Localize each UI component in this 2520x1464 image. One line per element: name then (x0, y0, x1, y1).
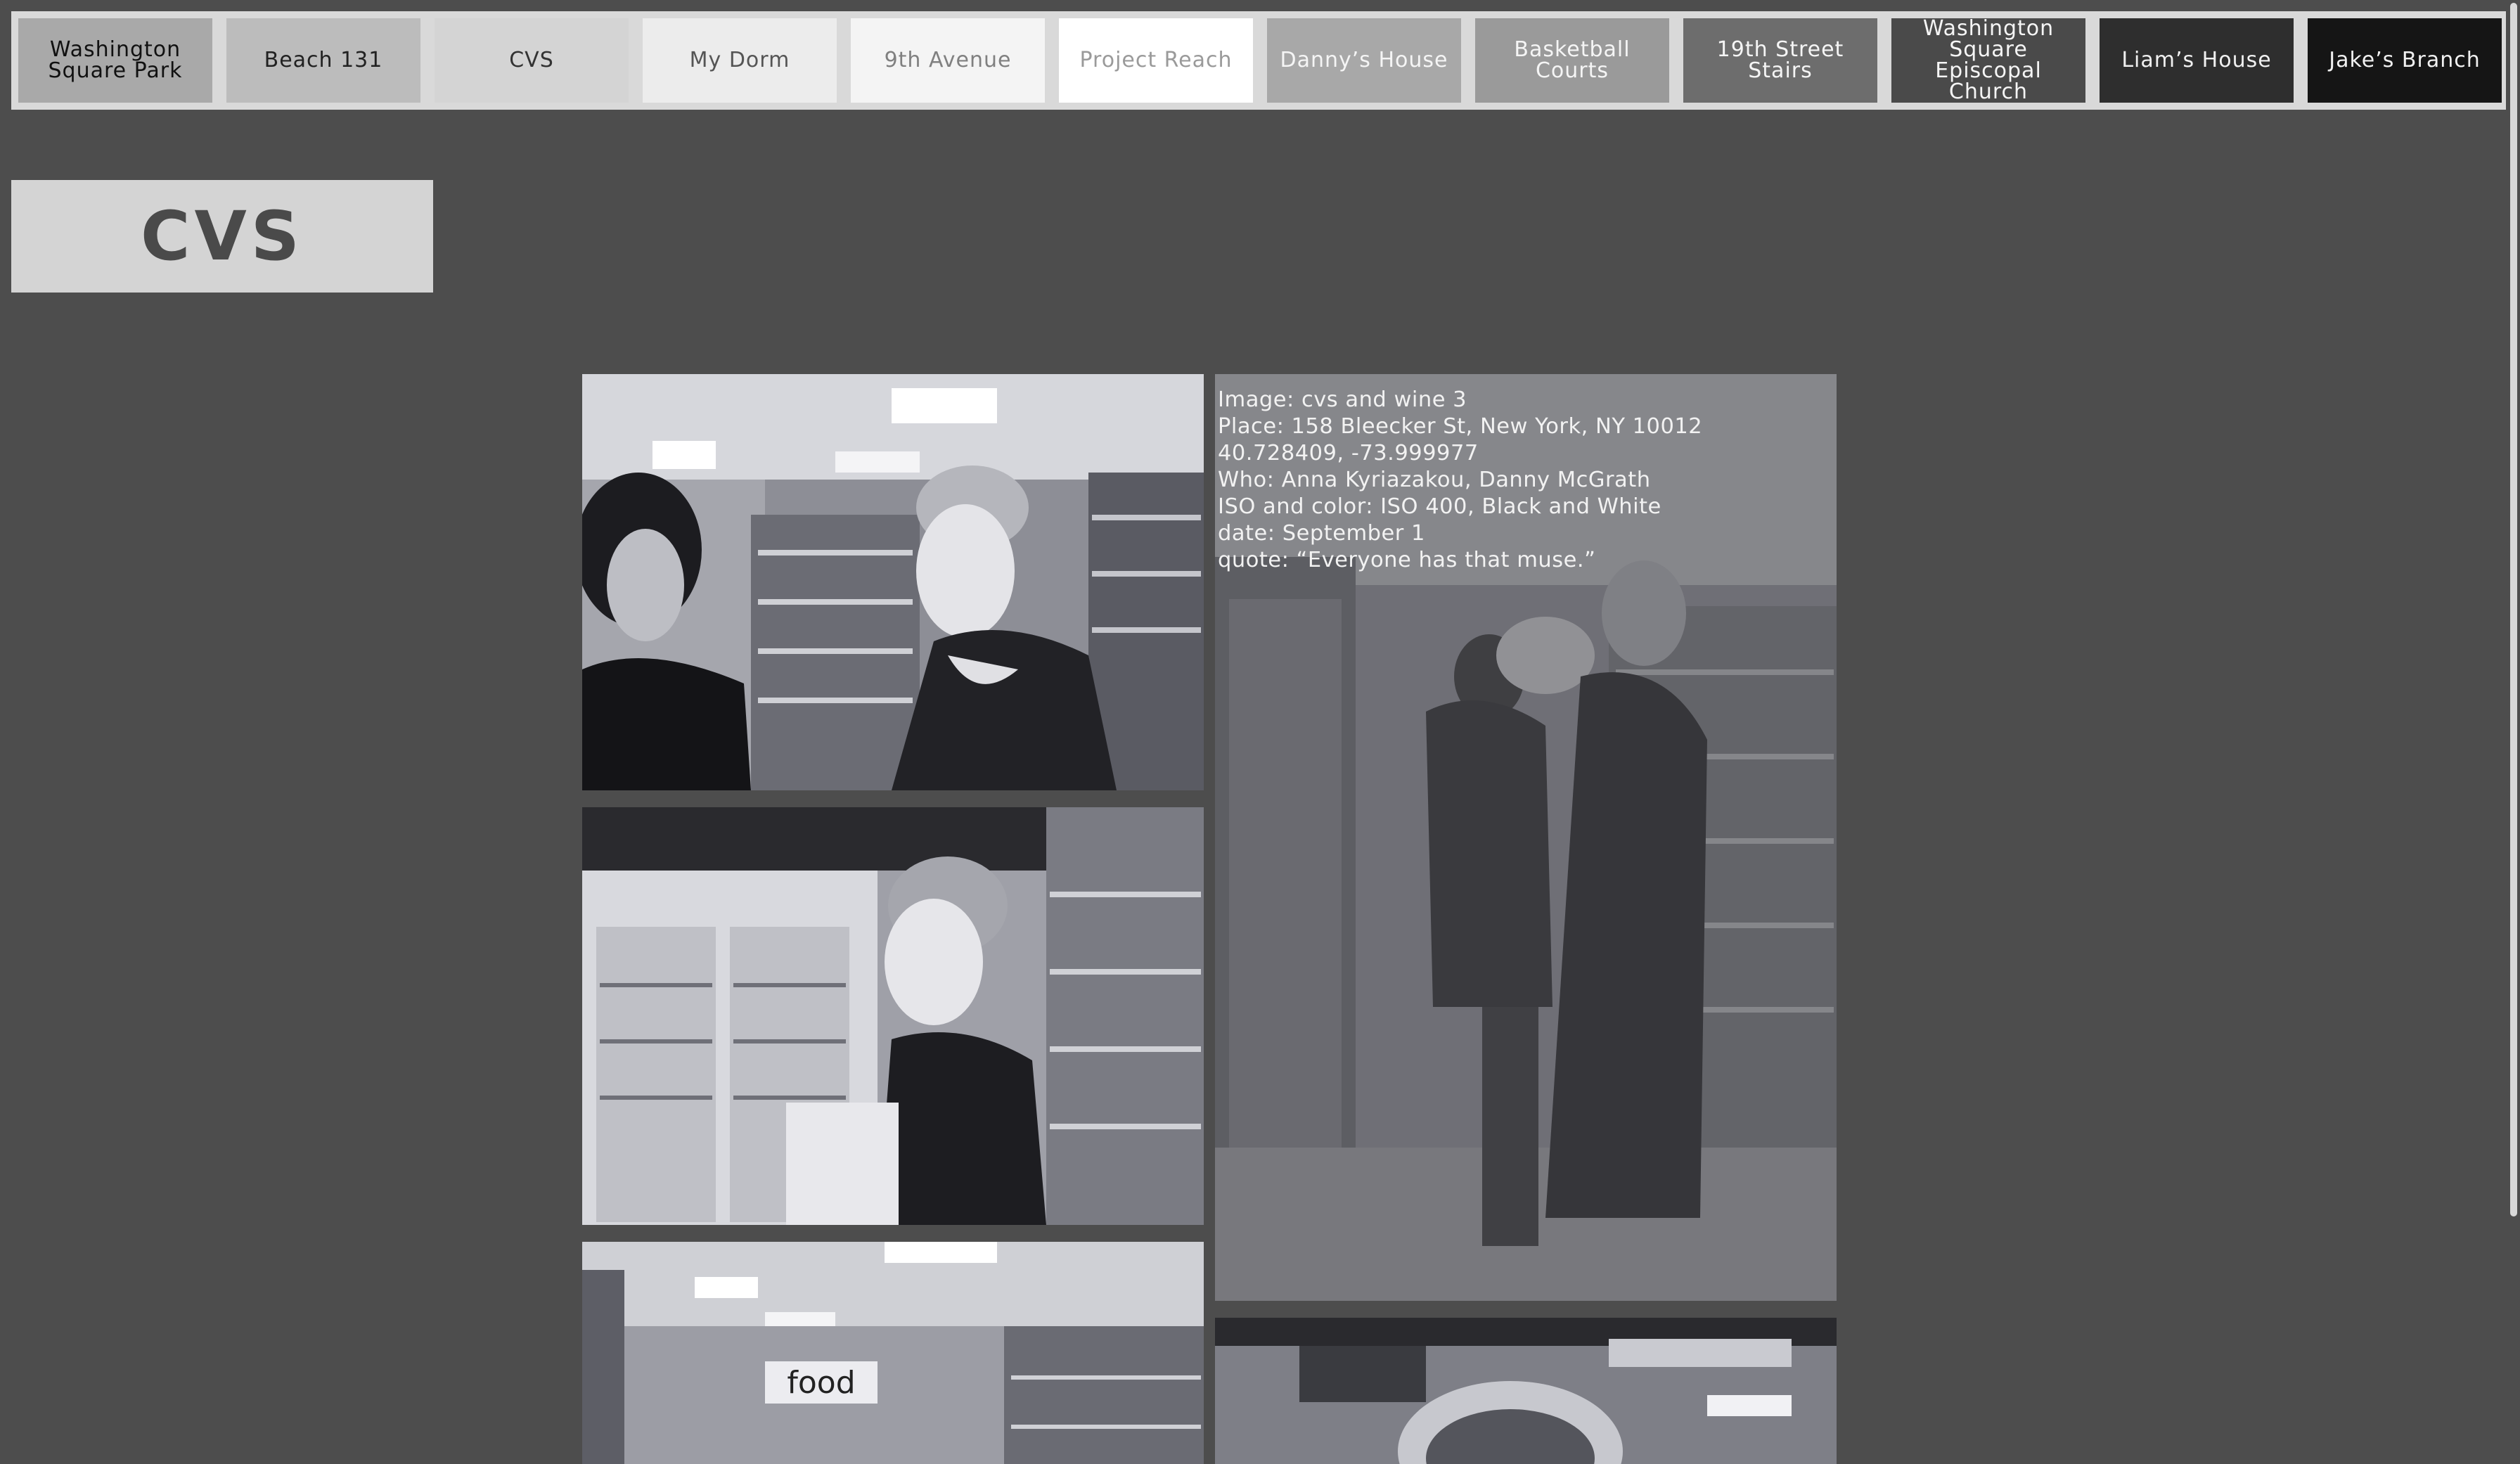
nav-tab-cvs[interactable]: CVS (435, 18, 629, 103)
nav-tab-washington-square-episcopal-church[interactable]: Washington Square Episcopal Church (1891, 18, 2085, 103)
caption-quote: quote: “Everyone has that muse.” (1218, 548, 1596, 572)
photo-woman-in-aisle (582, 807, 1204, 1225)
nav-tab-my-dorm[interactable]: My Dorm (643, 18, 837, 103)
caption-image: Image: cvs and wine 3 (1218, 387, 1467, 412)
gallery-photo-hovered[interactable]: Image: cvs and wine 3 Place: 158 Bleecke… (1215, 374, 1837, 1301)
page-title-box: CVS (11, 180, 433, 293)
scrollbar-thumb[interactable] (2510, 3, 2517, 1216)
photo-store-ceiling (1215, 1318, 1837, 1464)
caption-iso: ISO and color: ISO 400, Black and White (1218, 494, 1661, 519)
nav-tab-basketball-courts[interactable]: Basketball Courts (1475, 18, 1669, 103)
vertical-scrollbar[interactable] (2506, 0, 2520, 1464)
location-nav-bar: Washington Square Park Beach 131 CVS My … (11, 11, 2506, 110)
nav-tab-liams-house[interactable]: Liam’s House (2100, 18, 2294, 103)
nav-tab-jakes-branch[interactable]: Jake’s Branch (2308, 18, 2502, 103)
nav-tab-19th-street-stairs[interactable]: 19th Street Stairs (1683, 18, 1877, 103)
gallery-photo[interactable] (582, 807, 1204, 1225)
gallery-photo[interactable] (582, 374, 1204, 790)
gallery-photo[interactable] (1215, 1318, 1837, 1464)
food-sign-text: food (787, 1365, 855, 1401)
nav-tab-project-reach[interactable]: Project Reach (1059, 18, 1253, 103)
nav-tab-beach-131[interactable]: Beach 131 (226, 18, 420, 103)
nav-tab-washington-square-park[interactable]: Washington Square Park (18, 18, 212, 103)
gallery-photo[interactable]: food (582, 1242, 1204, 1464)
nav-tab-dannys-house[interactable]: Danny’s House (1267, 18, 1461, 103)
photo-store-aisle-people (582, 374, 1204, 790)
page: Washington Square Park Beach 131 CVS My … (0, 0, 2520, 1464)
nav-tab-9th-avenue[interactable]: 9th Avenue (851, 18, 1045, 103)
photo-food-sign: food (582, 1242, 1204, 1464)
page-title: CVS (141, 197, 304, 276)
photo-caption: Image: cvs and wine 3 Place: 158 Bleecke… (1218, 387, 1830, 574)
caption-coordinates: 40.728409, -73.999977 (1218, 441, 1479, 465)
caption-who: Who: Anna Kyriazakou, Danny McGrath (1218, 468, 1651, 492)
caption-date: date: September 1 (1218, 521, 1425, 546)
caption-place: Place: 158 Bleecker St, New York, NY 100… (1218, 414, 1703, 439)
